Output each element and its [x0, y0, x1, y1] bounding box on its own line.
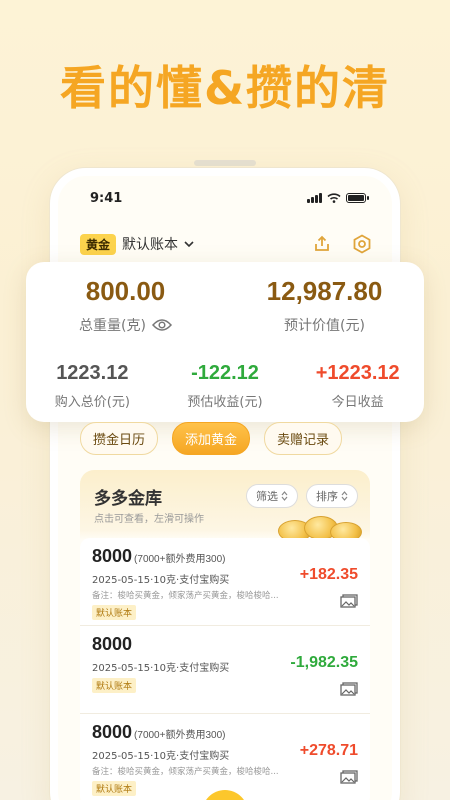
tab-add-gold[interactable]: 添加黄金 [172, 422, 251, 455]
tab-calendar[interactable]: 攒金日历 [80, 422, 159, 455]
chevron-down-icon [184, 241, 194, 248]
estimated-value: 12,987.80 [266, 276, 383, 306]
account-badge: 默认账本 [92, 605, 137, 620]
item-amount: 8000 [92, 634, 133, 654]
image-icon[interactable] [340, 682, 358, 696]
summary-card: 800.00 总重量(克) 12,987.80 预计价值(元) 1223.12 … [26, 262, 424, 422]
status-icons [307, 193, 369, 203]
estimated-value-label: 预计价值(元) [284, 318, 365, 334]
image-icon[interactable] [340, 770, 358, 784]
sort-arrows-icon [341, 491, 348, 501]
item-amount: 8000 [92, 722, 133, 742]
today-profit-label: 今日收益 [331, 395, 384, 410]
total-weight-label: 总重量(克) [79, 318, 146, 334]
item-profit: -1,982.35 [290, 654, 358, 671]
promo-headline: 看的懂&攒的清 [59, 61, 391, 115]
list-item[interactable]: 8000 2025-05-15·10克·支付宝购买 默认账本 -1,982.35 [80, 626, 370, 714]
account-badge: 默认账本 [92, 678, 137, 693]
share-icon[interactable] [310, 232, 334, 256]
sort-label: 排序 [316, 490, 338, 503]
tab-sell-records[interactable]: 卖赠记录 [264, 422, 343, 455]
list-item[interactable]: 8000 (7000+额外费用300) 2025-05-15·10克·支付宝购买 … [80, 538, 370, 626]
battery-icon [346, 193, 369, 203]
purchase-total-value: 1223.12 [56, 362, 129, 384]
wifi-icon [327, 193, 341, 203]
item-note: 备注：梭哈买黄金，倾家荡产买黄金，梭哈梭哈... [92, 591, 279, 601]
filter-label: 筛选 [256, 490, 278, 503]
status-bar: 9:41 [58, 186, 392, 210]
image-icon[interactable] [340, 594, 358, 608]
filter-button[interactable]: 筛选 [246, 484, 298, 508]
item-profit: +182.35 [299, 566, 358, 583]
item-profit: +278.71 [299, 742, 358, 759]
action-tabs: 攒金日历 添加黄金 卖赠记录 [80, 422, 343, 455]
item-extra: (7000+额外费用300) [134, 730, 226, 741]
item-amount: 8000 [92, 546, 133, 566]
estimated-profit-value: -122.12 [191, 362, 259, 384]
sort-button[interactable]: 排序 [306, 484, 358, 508]
list-item[interactable]: 8000 (7000+额外费用300) 2025-05-15·10克·支付宝购买 … [80, 714, 370, 800]
account-badge: 默认账本 [92, 781, 137, 796]
vault-panel: 多多金库 点击可查看，左滑可操作 筛选 排序 8000 (7000+额外费用300… [80, 470, 370, 800]
sort-arrows-icon [281, 491, 288, 501]
vault-title: 多多金库 [94, 489, 162, 509]
gold-record-list: 8000 (7000+额外费用300) 2025-05-15·10克·支付宝购买 … [80, 538, 370, 800]
account-name: 默认账本 [122, 237, 179, 253]
today-profit-value: +1223.12 [315, 362, 400, 384]
settings-icon[interactable] [350, 232, 374, 256]
total-weight-value: 800.00 [85, 276, 166, 306]
eye-icon[interactable] [151, 318, 172, 332]
status-time: 9:41 [90, 190, 123, 206]
vault-subtitle: 点击可查看，左滑可操作 [94, 514, 204, 525]
signal-icon [307, 193, 322, 203]
gold-tag: 黄金 [80, 233, 117, 255]
item-extra: (7000+额外费用300) [134, 554, 226, 565]
account-selector[interactable]: 黄金 默认账本 [80, 233, 194, 255]
phone-speaker [194, 160, 256, 166]
estimated-profit-label: 预估收益(元) [187, 395, 263, 410]
item-note: 备注：梭哈买黄金，倾家荡产买黄金，梭哈梭哈... [92, 767, 279, 777]
app-header: 黄金 默认账本 [80, 232, 374, 256]
purchase-total-label: 购入总价(元) [54, 395, 130, 410]
